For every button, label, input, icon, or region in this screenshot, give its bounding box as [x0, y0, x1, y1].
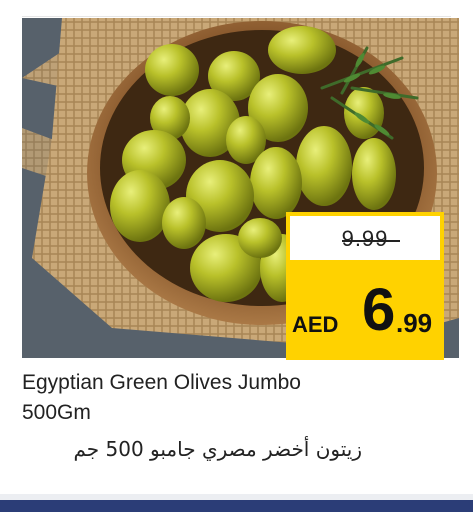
old-price-box: 9.99 [286, 212, 444, 264]
old-price: 9.99 [341, 226, 389, 251]
product-title-en[interactable]: Egyptian Green Olives Jumbo 500Gm [22, 368, 452, 428]
strikethrough-line [342, 240, 400, 242]
price-decimal: .99 [396, 308, 433, 338]
top-divider [0, 0, 473, 18]
bottom-bar [0, 494, 473, 512]
product-title-line2: 500Gm [22, 401, 91, 424]
product-title-line1: Egyptian Green Olives Jumbo [22, 371, 301, 394]
product-card[interactable]: 9.99 AED 6 .99 Egyptian Green Olives Jum… [0, 0, 473, 505]
price-badge: 9.99 AED 6 .99 [286, 212, 444, 360]
product-title-ar: زيتون أخضر مصري جامبو 500 جم [73, 437, 362, 461]
price-integer: 6 [362, 276, 396, 343]
new-price-box: AED 6 .99 [286, 264, 444, 360]
currency-label: AED [292, 312, 339, 337]
